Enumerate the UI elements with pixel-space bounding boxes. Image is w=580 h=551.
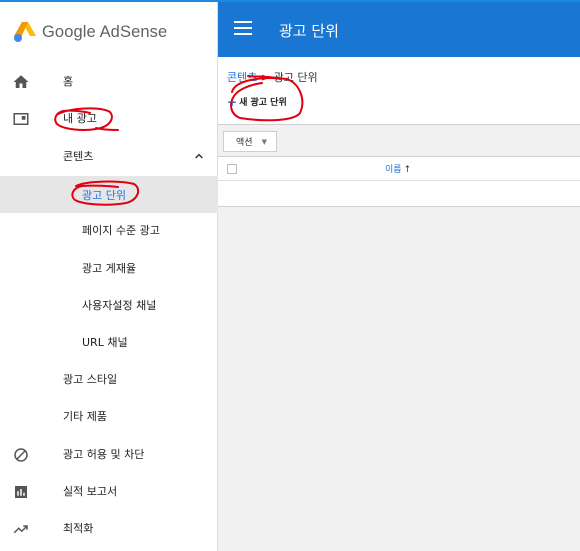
main-content: 콘텐츠 > 광고 단위 + 새 광고 단위 액션 ▼ 이름 ↑	[218, 57, 580, 551]
sidebar-item-label: 광고 허용 및 차단	[63, 448, 145, 461]
breadcrumb-link-content[interactable]: 콘텐츠	[227, 71, 257, 84]
ad-units-table: 이름 ↑	[218, 156, 580, 207]
adsense-logo-icon	[14, 22, 36, 42]
sidebar-item-ad-units[interactable]: 광고 단위	[0, 176, 218, 213]
caret-down-icon: ▼	[261, 137, 267, 146]
sidebar-item-custom-channels[interactable]: 사용자설정 채널	[0, 288, 218, 322]
breadcrumb-current: 광고 단위	[273, 71, 318, 84]
main-top-area: 콘텐츠 > 광고 단위 + 새 광고 단위	[218, 57, 580, 124]
actions-label: 액션	[236, 138, 253, 148]
hamburger-menu-icon[interactable]	[234, 21, 252, 37]
sidebar-item-label: 광고 스타일	[63, 373, 118, 386]
column-header-name[interactable]: 이름 ↑	[385, 162, 411, 175]
sidebar-item-label: 광고 게재율	[82, 262, 137, 275]
sidebar-item-ad-styles[interactable]: 광고 스타일	[0, 362, 218, 396]
sidebar: Google AdSense 홈 내 광고 콘텐츠 광고 단위 페이지 수준 광…	[0, 2, 218, 551]
chevron-up-icon[interactable]	[191, 148, 207, 164]
sidebar-item-page-level-ads[interactable]: 페이지 수준 광고	[0, 213, 218, 247]
select-all-checkbox[interactable]	[227, 164, 237, 174]
sidebar-item-performance-reports[interactable]: 실적 보고서	[0, 474, 218, 508]
sort-arrow-icon: ↑	[403, 165, 412, 175]
sidebar-item-content[interactable]: 콘텐츠	[0, 139, 218, 173]
sidebar-item-url-channels[interactable]: URL 채널	[0, 325, 218, 359]
sidebar-item-label: 페이지 수준 광고	[82, 224, 160, 237]
sidebar-item-other-products[interactable]: 기타 제품	[0, 399, 218, 433]
sidebar-item-allow-block-ads[interactable]: 광고 허용 및 차단	[0, 437, 218, 471]
plus-icon: +	[227, 94, 238, 109]
sidebar-item-label: 내 광고	[63, 112, 97, 125]
actions-dropdown[interactable]: 액션 ▼	[223, 131, 277, 152]
table-toolbar: 액션 ▼	[218, 124, 580, 156]
sidebar-item-optimization[interactable]: 최적화	[0, 511, 218, 545]
breadcrumb-separator: >	[257, 71, 274, 84]
trending-up-icon	[13, 525, 28, 534]
logo-text: Google AdSense	[42, 22, 168, 41]
new-ad-unit-label: 새 광고 단위	[239, 98, 287, 108]
home-icon	[13, 75, 29, 88]
sidebar-item-my-ads[interactable]: 내 광고	[0, 101, 218, 135]
breadcrumb: 콘텐츠 > 광고 단위	[227, 69, 318, 85]
sidebar-item-ad-balance[interactable]: 광고 게재율	[0, 251, 218, 285]
ad-unit-icon	[13, 113, 29, 125]
sidebar-item-label: 광고 단위	[82, 188, 126, 202]
sidebar-item-label: 홈	[63, 75, 74, 88]
sidebar-item-label: 기타 제품	[63, 410, 107, 423]
new-ad-unit-button[interactable]: + 새 광고 단위	[227, 92, 287, 111]
logo[interactable]: Google AdSense	[14, 20, 167, 44]
page-title: 광고 단위	[279, 22, 339, 40]
sidebar-item-home[interactable]: 홈	[0, 64, 218, 98]
sidebar-item-label: 사용자설정 채널	[82, 299, 157, 312]
sidebar-item-label: 최적화	[63, 522, 94, 535]
sidebar-item-label: URL 채널	[82, 336, 128, 349]
sidebar-item-label: 콘텐츠	[63, 150, 94, 163]
bar-chart-icon	[15, 486, 27, 498]
sidebar-item-label: 실적 보고서	[63, 485, 118, 498]
block-icon	[14, 448, 28, 462]
app-header: 광고 단위	[218, 2, 580, 57]
table-header-row: 이름 ↑	[218, 157, 580, 181]
column-name-label: 이름	[385, 165, 402, 175]
